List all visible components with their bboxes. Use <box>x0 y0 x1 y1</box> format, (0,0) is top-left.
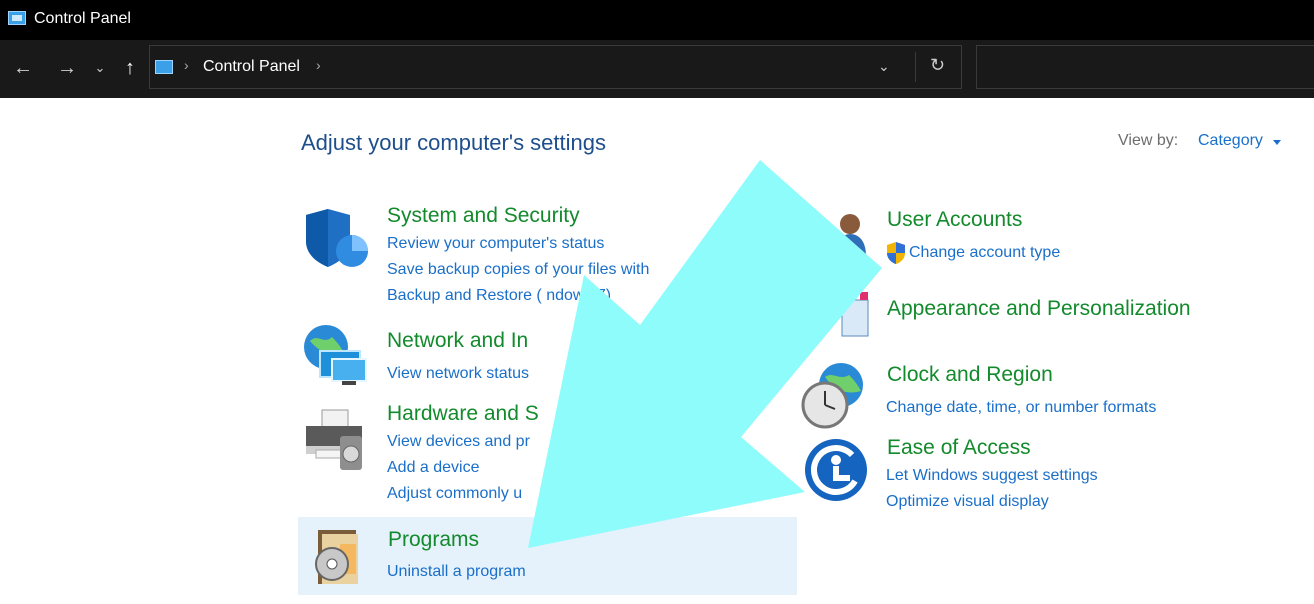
clock-and-region-title[interactable]: Clock and Region <box>887 363 1053 387</box>
save-backup-link[interactable]: Save backup copies of your files with <box>387 261 649 279</box>
review-status-link[interactable]: Review your computer's status <box>387 235 604 253</box>
back-button[interactable]: ← <box>10 54 36 82</box>
system-and-security-title[interactable]: System and Security <box>387 204 580 228</box>
search-input[interactable] <box>976 45 1314 89</box>
breadcrumb-chevron-icon[interactable]: › <box>316 57 321 73</box>
network-and-internet-title[interactable]: Network and In <box>387 329 528 353</box>
refresh-button[interactable]: ↻ <box>930 55 945 76</box>
control-panel-icon <box>8 11 26 25</box>
optimize-visual-display-link[interactable]: Optimize visual display <box>886 493 1049 511</box>
recent-locations-icon[interactable]: ⌄ <box>92 54 108 82</box>
change-date-time-link[interactable]: Change date, time, or number formats <box>886 399 1156 417</box>
programs-disc-icon[interactable] <box>310 526 366 588</box>
let-windows-suggest-link[interactable]: Let Windows suggest settings <box>886 467 1098 485</box>
view-devices-link[interactable]: View devices and pr <box>387 433 530 451</box>
clock-globe-icon[interactable] <box>801 363 869 429</box>
navigation-bar: ← → ⌄ ↑ › Control Panel › ⌄ ↻ <box>0 40 1314 98</box>
hardware-and-sound-title[interactable]: Hardware and S <box>387 402 539 426</box>
breadcrumb-control-panel[interactable]: Control Panel <box>203 58 300 76</box>
add-device-link[interactable]: Add a device <box>387 459 480 477</box>
network-globe-icon[interactable] <box>302 323 370 389</box>
title-bar: Control Panel <box>0 0 1314 40</box>
change-account-type-link[interactable]: Change account type <box>909 244 1060 262</box>
user-accounts-title[interactable]: User Accounts <box>887 208 1022 232</box>
page-title: Adjust your computer's settings <box>301 130 607 155</box>
monitor-paint-icon[interactable] <box>816 292 872 344</box>
up-button[interactable]: ↑ <box>118 54 142 82</box>
users-icon[interactable] <box>806 210 868 256</box>
chevron-down-icon[interactable]: ⌄ <box>878 58 890 75</box>
programs-category-highlight[interactable] <box>298 517 797 595</box>
ease-of-access-icon[interactable] <box>804 438 868 502</box>
programs-title[interactable]: Programs <box>388 528 479 552</box>
divider <box>915 52 916 82</box>
forward-button[interactable]: → <box>54 54 80 82</box>
breadcrumb-chevron-icon[interactable]: › <box>184 57 189 73</box>
adjust-commonly-link[interactable]: Adjust commonly u <box>387 485 522 503</box>
window-title: Control Panel <box>34 10 131 27</box>
uac-shield-icon <box>887 242 905 264</box>
printer-icon[interactable] <box>302 406 370 472</box>
appearance-and-personalization-title[interactable]: Appearance and Personalization <box>887 297 1191 321</box>
backup-restore-link[interactable]: Backup and Restore ( ndows 7) <box>387 287 611 305</box>
view-by-label: View by: <box>1118 132 1179 149</box>
address-bar[interactable]: › Control Panel › ⌄ ↻ <box>149 45 962 89</box>
view-by-dropdown[interactable]: Category <box>1198 132 1263 150</box>
uninstall-program-link[interactable]: Uninstall a program <box>387 563 526 581</box>
caret-down-icon[interactable] <box>1273 140 1281 145</box>
control-panel-icon <box>155 60 173 74</box>
view-network-status-link[interactable]: View network status <box>387 365 529 383</box>
shield-icon[interactable] <box>302 207 370 271</box>
ease-of-access-title[interactable]: Ease of Access <box>887 436 1031 460</box>
